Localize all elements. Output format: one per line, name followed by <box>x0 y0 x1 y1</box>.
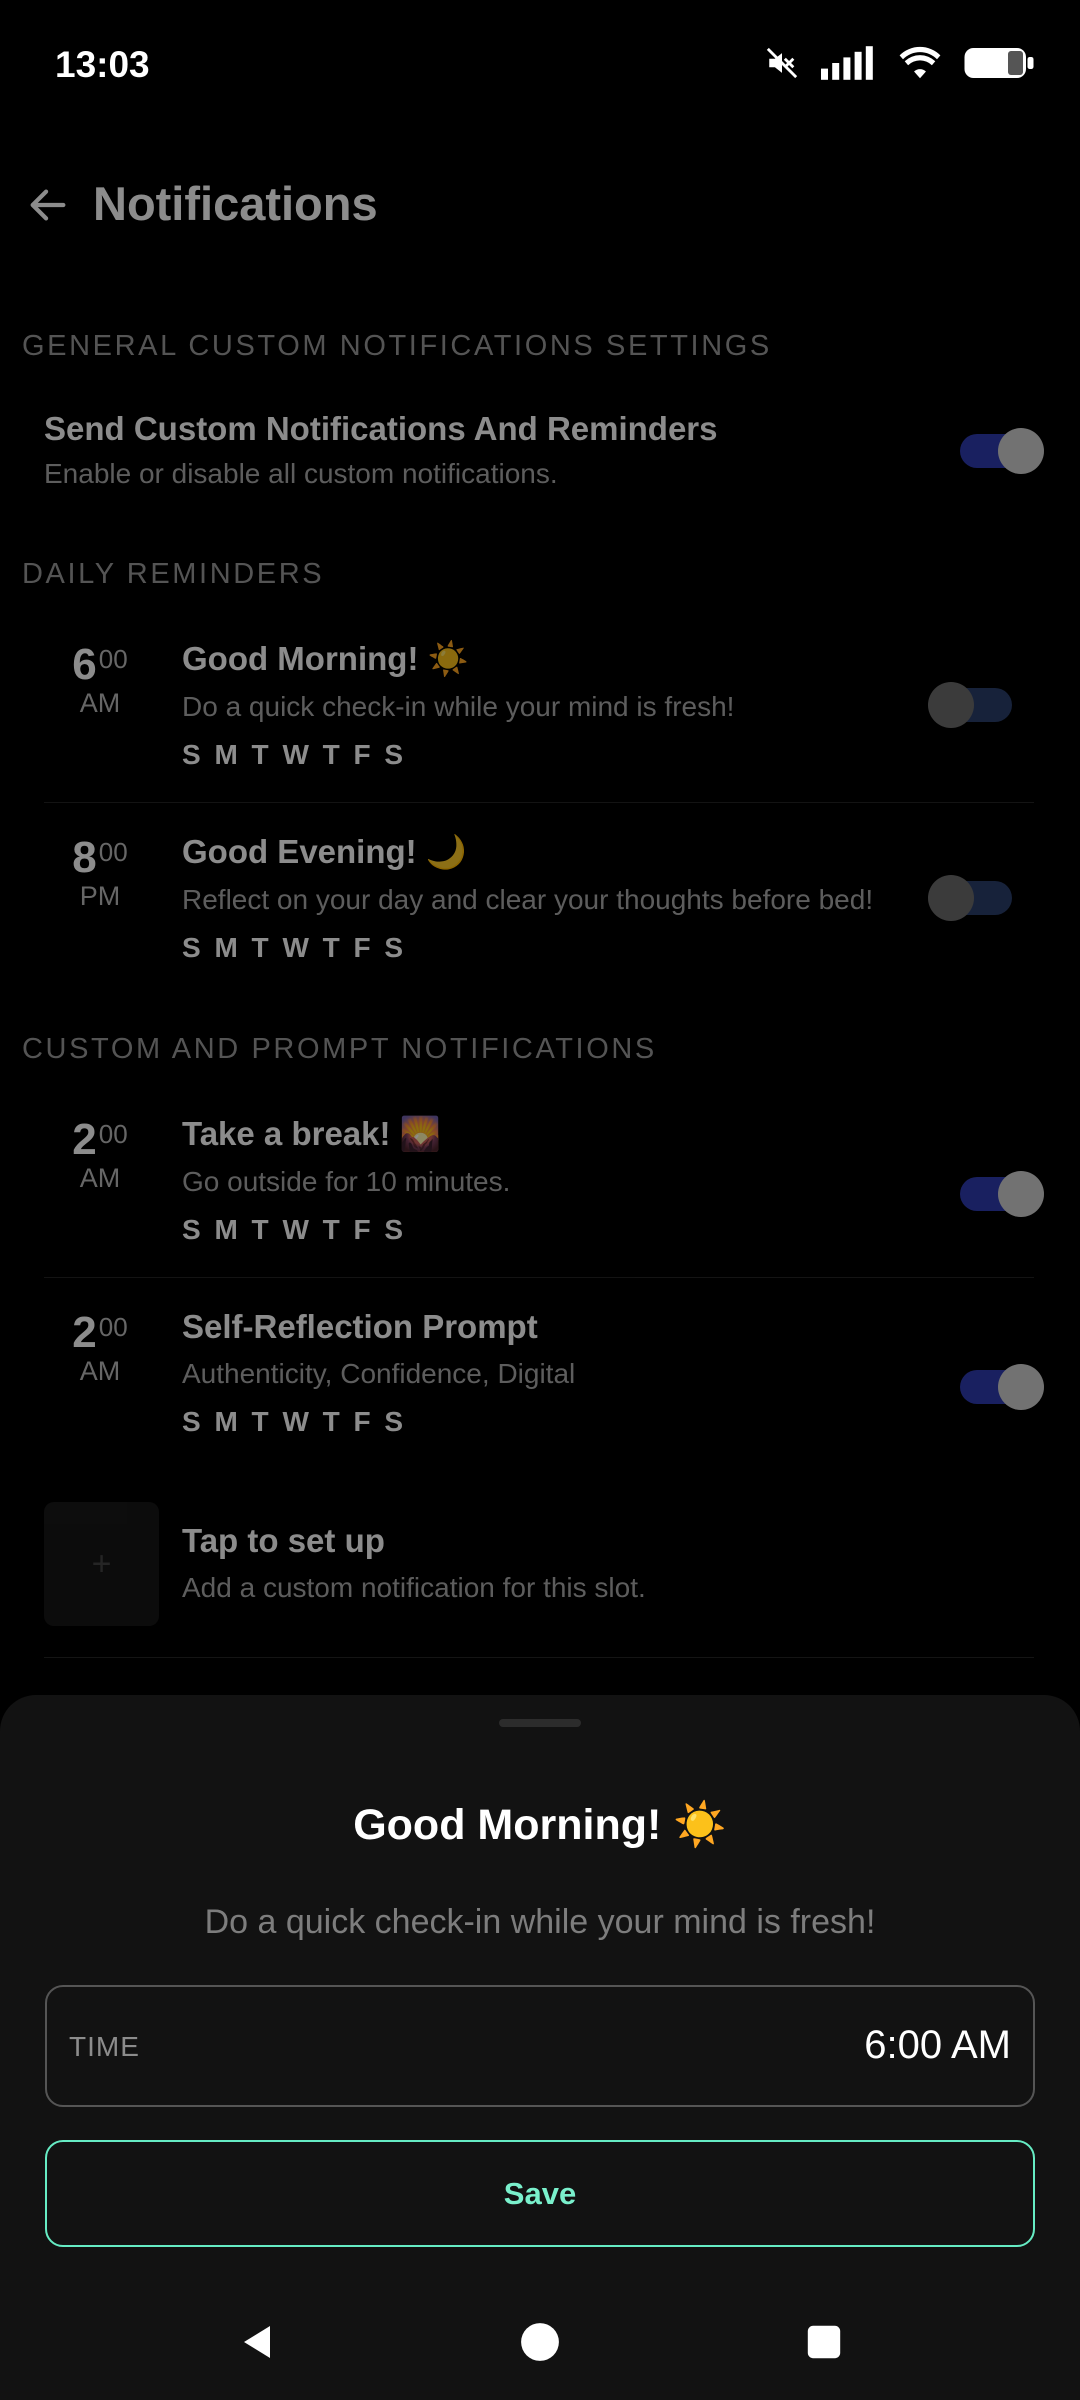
system-nav-bar <box>0 2290 1080 2400</box>
divider <box>44 1277 1034 1278</box>
reminder-toggle-morning[interactable] <box>928 682 1012 728</box>
sheet-subtitle: Do a quick check-in while your mind is f… <box>204 1903 876 1941</box>
plus-icon: + <box>44 1502 159 1626</box>
notification-time: 200 AM <box>44 1308 156 1387</box>
page-title: Notifications <box>93 177 378 230</box>
notification-period: AM <box>79 1356 121 1386</box>
notification-title: Self-Reflection Prompt <box>182 1308 538 1345</box>
section-title-daily: DAILY REMINDERS <box>22 558 325 590</box>
reminder-row-morning[interactable]: 600 AM Good Morning! ☀️ Do a quick check… <box>44 620 1034 812</box>
notification-toggle-prompt[interactable] <box>960 1364 1044 1410</box>
reminder-row-evening[interactable]: 800 PM Good Evening! 🌙 Reflect on your d… <box>44 813 1034 1005</box>
notifications-page: Notifications GENERAL CUSTOM NOTIFICATIO… <box>0 0 1080 1700</box>
toggle-knob <box>928 682 974 728</box>
master-notifications-toggle[interactable] <box>960 428 1044 474</box>
time-value: 6:00 AM <box>864 2023 1011 2067</box>
time-picker-field[interactable]: TIME 6:00 AM <box>45 1985 1035 2107</box>
reminder-hour: 6 <box>72 640 97 689</box>
slot-title: Tap to set up <box>182 1522 385 1559</box>
setting-subtitle: Enable or disable all custom notificatio… <box>44 458 558 489</box>
reminder-period: AM <box>79 688 121 718</box>
notification-subtitle: Authenticity, Confidence, Digital <box>182 1358 576 1389</box>
custom-notification-row-prompt[interactable]: 200 AM Self-Reflection Prompt Authentici… <box>44 1288 1044 1480</box>
toggle-knob <box>998 1171 1044 1217</box>
notification-hour: 2 <box>72 1308 97 1357</box>
notification-period: AM <box>79 1163 121 1193</box>
notification-toggle-break[interactable] <box>960 1171 1044 1217</box>
reminder-subtitle: Do a quick check-in while your mind is f… <box>182 691 735 722</box>
save-button[interactable]: Save <box>45 2140 1035 2247</box>
reminder-time: 600 AM <box>44 640 156 719</box>
triangle-back-icon <box>244 2326 270 2358</box>
empty-notification-slot[interactable]: + Tap to set up Add a custom notificatio… <box>44 1502 1034 1626</box>
back-button[interactable] <box>25 182 71 228</box>
reminder-title: Good Evening! 🌙 <box>182 833 467 870</box>
screen: 13:03 Notifications GENERAL CUSTOM NOTIF… <box>0 0 1080 2400</box>
divider <box>44 802 1034 803</box>
nav-home-button[interactable] <box>510 2312 570 2372</box>
nav-back-button[interactable] <box>228 2312 288 2372</box>
notification-time: 200 AM <box>44 1115 156 1194</box>
reminder-period: PM <box>79 881 121 911</box>
reminder-hour: 8 <box>72 833 97 882</box>
master-notifications-setting[interactable]: Send Custom Notifications And Reminders … <box>44 410 1044 490</box>
notification-minutes: 00 <box>98 1119 128 1149</box>
toggle-knob <box>928 875 974 921</box>
notification-hour: 2 <box>72 1115 97 1164</box>
reminder-days: S M T W T F S <box>182 932 407 963</box>
slot-subtitle: Add a custom notification for this slot. <box>182 1572 646 1603</box>
notification-minutes: 00 <box>98 1312 128 1342</box>
section-title-custom: CUSTOM AND PROMPT NOTIFICATIONS <box>22 1033 657 1065</box>
toggle-knob <box>998 1364 1044 1410</box>
reminder-subtitle: Reflect on your day and clear your thoug… <box>182 884 874 915</box>
toggle-knob <box>998 428 1044 474</box>
custom-notification-row-break[interactable]: 200 AM Take a break! 🌄 Go outside for 10… <box>44 1095 1044 1287</box>
app-bar: Notifications <box>0 170 1080 240</box>
arrow-left-icon <box>30 189 66 221</box>
sheet-title: Good Morning! ☀️ <box>353 1801 727 1849</box>
square-recents-icon <box>807 2325 841 2359</box>
divider <box>44 1657 1034 1658</box>
reminder-minutes: 00 <box>98 837 128 867</box>
reminder-minutes: 00 <box>98 644 128 674</box>
notification-days: S M T W T F S <box>182 1214 407 1245</box>
time-label: TIME <box>69 2031 140 2062</box>
notification-days: S M T W T F S <box>182 1406 407 1437</box>
reminder-time: 800 PM <box>44 833 156 912</box>
reminder-title: Good Morning! ☀️ <box>182 640 469 677</box>
sheet-drag-handle[interactable] <box>499 1719 581 1727</box>
setting-title: Send Custom Notifications And Reminders <box>44 410 718 447</box>
reminder-days: S M T W T F S <box>182 739 407 770</box>
section-title-general: GENERAL CUSTOM NOTIFICATIONS SETTINGS <box>22 330 772 362</box>
nav-recents-button[interactable] <box>794 2312 854 2372</box>
notification-title: Take a break! 🌄 <box>182 1115 441 1152</box>
notification-subtitle: Go outside for 10 minutes. <box>182 1166 511 1197</box>
circle-home-icon <box>521 2323 559 2361</box>
reminder-toggle-evening[interactable] <box>928 875 1012 921</box>
